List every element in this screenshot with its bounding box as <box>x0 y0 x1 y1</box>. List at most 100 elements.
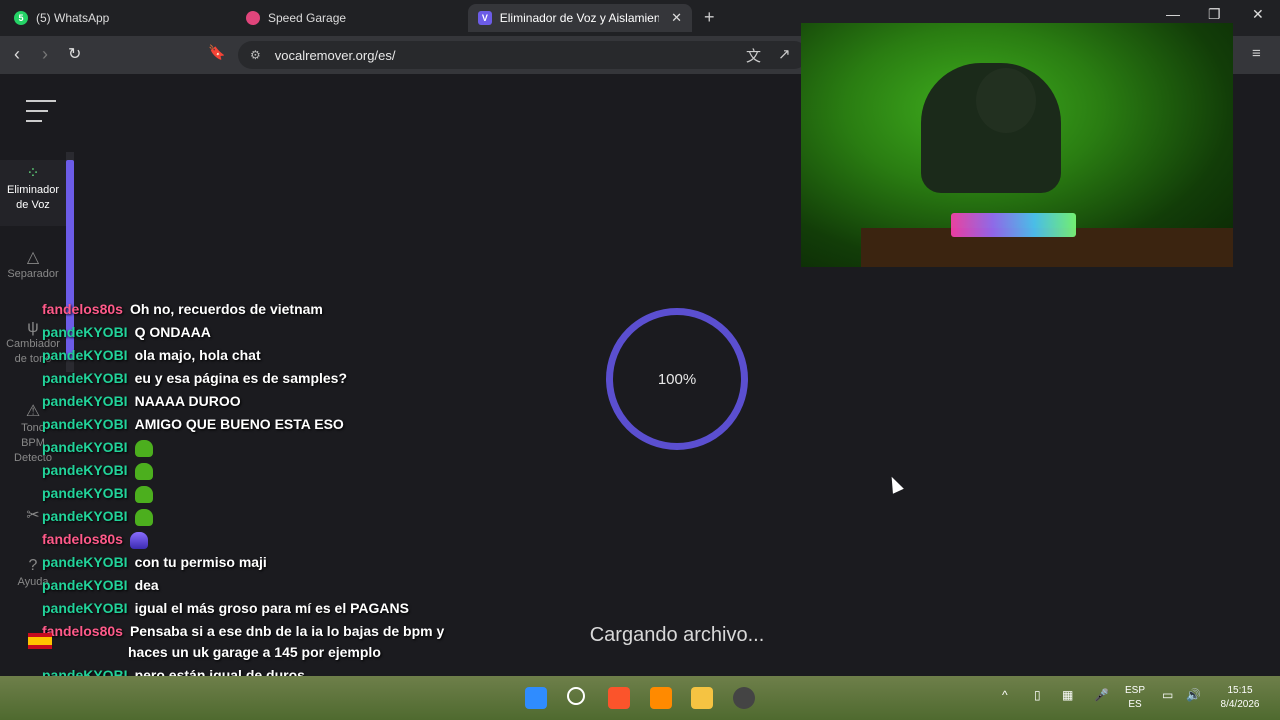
sidebar-item-separator[interactable]: △ Separador <box>0 250 66 282</box>
hamburger-menu-button[interactable] <box>26 100 56 130</box>
chat-username: pandeKYOBI <box>42 393 128 409</box>
chat-message: pandeKYOBI ola majo, hola chat <box>42 345 261 366</box>
system-clock[interactable]: 15:15 8/4/2026 <box>1210 684 1270 712</box>
tab-vocal-remover[interactable]: V Eliminador de Voz y Aislamiento ✕ <box>468 4 692 32</box>
url-text: vocalremover.org/es/ <box>274 47 396 63</box>
microphone-icon[interactable]: 🎤 <box>1094 688 1109 702</box>
chat-username: pandeKYOBI <box>42 347 128 363</box>
tab-speed-garage[interactable]: Speed Garage <box>236 4 466 32</box>
volume-icon[interactable]: 🔊 <box>1186 688 1201 702</box>
reload-button[interactable]: ↻ <box>68 44 81 64</box>
obs-icon[interactable] <box>733 687 755 709</box>
chat-username: pandeKYOBI <box>42 324 128 340</box>
keyboard-code: ES <box>1128 699 1142 710</box>
chat-username: fandelos80s <box>42 301 123 317</box>
bookmark-icon[interactable]: 🔖 <box>208 44 225 61</box>
sidebar-item-label: Eliminador <box>7 184 59 196</box>
chat-text: Q ONDAAA <box>134 324 211 340</box>
rgb-keyboard <box>951 213 1076 237</box>
fl-studio-icon[interactable] <box>650 687 672 709</box>
language-indicator[interactable]: ESP ES <box>1122 684 1148 712</box>
whatsapp-icon: 5 <box>14 11 28 25</box>
translate-icon[interactable]: 文 <box>746 45 761 66</box>
frog-emote-icon <box>134 439 153 457</box>
windows-taskbar: ^ ▯ ▦ 🎤 ESP ES ▭ 🔊 15:15 8/4/2026 <box>0 676 1280 720</box>
chat-text: Oh no, recuerdos de vietnam <box>129 301 323 317</box>
frog-emote-icon <box>134 462 153 480</box>
progress-percent: 100% <box>657 370 697 388</box>
chat-message: pandeKYOBI igual el más groso para mí es … <box>42 598 409 619</box>
chat-username: pandeKYOBI <box>42 439 128 455</box>
chat-message: pandeKYOBI con tu permiso maji <box>42 552 267 573</box>
chevron-up-icon[interactable]: ^ <box>1002 688 1008 702</box>
usb-icon[interactable]: ▯ <box>1034 688 1041 702</box>
chat-username: pandeKYOBI <box>42 600 128 616</box>
back-button[interactable]: ‹ <box>14 44 20 65</box>
tab-label: (5) WhatsApp <box>36 11 110 25</box>
tab-whatsapp[interactable]: 5 (5) WhatsApp <box>4 4 236 32</box>
chat-message-continuation: haces un uk garage a 145 por ejemplo <box>128 642 381 663</box>
chat-message: fandelos80s <box>42 529 148 550</box>
chat-text: NAAAA DUROO <box>134 393 241 409</box>
chat-username: pandeKYOBI <box>42 508 128 524</box>
search-icon[interactable] <box>567 687 585 705</box>
chat-message: pandeKYOBI eu y esa página es de samples? <box>42 368 347 389</box>
chat-message: pandeKYOBI dea <box>42 575 159 596</box>
vocalremover-icon: V <box>478 11 492 25</box>
site-settings-icon[interactable]: ⚙ <box>250 48 261 62</box>
forward-button[interactable]: › <box>42 44 48 65</box>
chat-username: pandeKYOBI <box>42 416 128 432</box>
file-explorer-icon[interactable] <box>691 687 713 709</box>
sidebar-item-label: de Voz <box>16 199 50 211</box>
clock-time: 15:15 <box>1227 685 1253 696</box>
sidebar-item-vocal-remover[interactable]: ⁘ Eliminador de Voz <box>0 160 66 226</box>
url-field[interactable]: ⚙ vocalremover.org/es/ <box>238 41 808 69</box>
chat-text: con tu permiso maji <box>134 554 267 570</box>
chat-text: Pensaba si a ese dnb de la ia lo bajas d… <box>129 623 445 639</box>
chat-username: pandeKYOBI <box>42 577 128 593</box>
clock-date: 8/4/2026 <box>1220 699 1260 710</box>
monitor-icon[interactable]: ▭ <box>1162 688 1173 702</box>
chat-text: AMIGO QUE BUENO ESTA ESO <box>134 416 344 432</box>
separator-icon: △ <box>26 249 40 266</box>
chat-username: pandeKYOBI <box>42 485 128 501</box>
spain-flag-icon <box>28 633 52 649</box>
restore-button[interactable]: ❐ <box>1208 6 1221 23</box>
language-code: ESP <box>1124 685 1145 696</box>
chat-message: pandeKYOBI <box>42 437 153 458</box>
close-window-button[interactable]: ✕ <box>1252 6 1264 23</box>
brave-browser-icon[interactable] <box>608 687 630 709</box>
windows-start-icon[interactable] <box>525 687 547 709</box>
chat-text: ola majo, hola chat <box>134 347 261 363</box>
chat-text: dea <box>134 577 159 593</box>
keyboard-emote-icon <box>129 531 148 549</box>
new-tab-button[interactable]: + <box>704 7 715 28</box>
network-app-icon[interactable]: ▦ <box>1062 688 1073 702</box>
chat-message: fandelos80s Oh no, recuerdos de vietnam <box>42 299 323 320</box>
menu-icon[interactable]: ≡ <box>1252 45 1261 62</box>
streamer-head <box>976 68 1036 133</box>
close-icon[interactable]: ✕ <box>671 10 682 26</box>
tab-label: Eliminador de Voz y Aislamiento <box>499 11 660 25</box>
minimize-button[interactable]: — <box>1166 6 1180 22</box>
frog-emote-icon <box>134 485 153 503</box>
chat-message: pandeKYOBI AMIGO QUE BUENO ESTA ESO <box>42 414 344 435</box>
chat-username: pandeKYOBI <box>42 554 128 570</box>
chat-message: pandeKYOBI NAAAA DUROO <box>42 391 241 412</box>
chat-username: fandelos80s <box>42 623 123 639</box>
chat-message: pandeKYOBI <box>42 460 153 481</box>
chat-username: fandelos80s <box>42 531 123 547</box>
chat-text: eu y esa página es de samples? <box>134 370 348 386</box>
vocal-remover-icon: ⁘ <box>26 165 40 182</box>
tab-label: Speed Garage <box>268 11 347 25</box>
chat-message: pandeKYOBI <box>42 483 153 504</box>
share-icon[interactable]: ↗ <box>778 45 791 63</box>
sidebar-item-label: Separador <box>7 268 59 280</box>
loading-status: Cargando archivo... <box>589 624 765 646</box>
chat-username: pandeKYOBI <box>42 462 128 478</box>
chat-message: fandelos80s Pensaba si a ese dnb de la ia… <box>42 621 444 642</box>
chat-username: pandeKYOBI <box>42 370 128 386</box>
chat-text: igual el más groso para mí es el PAGANS <box>134 600 409 616</box>
frog-emote-icon <box>134 508 153 526</box>
webcam-overlay <box>801 23 1233 267</box>
